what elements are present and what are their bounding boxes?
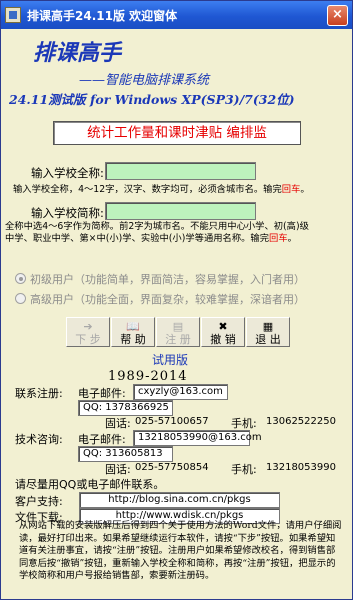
reg-label: 联系注册: xyxy=(15,387,63,400)
contact-note: 请尽量用QQ或电子邮件联系。 xyxy=(15,478,165,491)
feature-banner: 统计工作量和课时津贴 编排监 xyxy=(53,121,301,145)
tech-qq-field[interactable]: QQ: 313605813 xyxy=(78,446,173,462)
school-short-hint-text: 中学、职业中学、第×中(小)学、实验中(小)学等通用名称。输完 xyxy=(5,233,270,244)
radio-advanced-label: 高级用户（功能全面，界面复杂，较难掌握，深谙者用） xyxy=(30,293,305,306)
app-subtitle: ——智能电脑排课系统 xyxy=(79,73,210,88)
trial-label: 试用版 xyxy=(152,353,189,367)
register-button[interactable]: ▤ 注 册 xyxy=(156,317,200,347)
next-button-label: 下 步 xyxy=(75,333,101,346)
radio-advanced-user[interactable]: 高级用户（功能全面，界面复杂，较难掌握，深谙者用） xyxy=(15,291,305,307)
radio-empty-icon xyxy=(15,293,26,304)
client-support-label: 客户支持: xyxy=(15,495,63,508)
tech-phone-value: 025-57750854 xyxy=(135,462,209,473)
enter-key-text: 回车 xyxy=(269,233,288,244)
reg-mobile-label: 手机: xyxy=(231,417,257,430)
close-icon[interactable]: × xyxy=(327,5,348,26)
client-support-url[interactable]: http://blog.sina.com.cn/pkgs xyxy=(79,492,280,508)
school-full-input[interactable] xyxy=(105,162,256,180)
book-icon: 📖 xyxy=(126,320,140,333)
radio-basic-label: 初级用户（功能简单，界面简洁，容易掌握，入门者用） xyxy=(30,273,305,286)
app-icon xyxy=(5,7,21,23)
cross-icon: ✖ xyxy=(218,320,228,333)
arrow-right-icon: ➔ xyxy=(83,320,93,333)
school-full-label: 输入学校全称: xyxy=(31,166,104,180)
title-bar[interactable]: 排课高手24.11版 欢迎窗体 × xyxy=(1,1,352,29)
exit-button[interactable]: ▦ 退 出 xyxy=(246,317,290,347)
reg-email-label: 电子邮件: xyxy=(78,387,126,400)
exit-icon: ▦ xyxy=(262,320,274,333)
tech-label: 技术咨询: xyxy=(15,433,63,446)
school-full-hint: 输入学校全称，4～12字，汉字、数字均可，必须含城市名。输完回车。 xyxy=(13,184,310,196)
school-short-hint-line2: 中学、职业中学、第×中(小)学、实验中(小)学等通用名称。输完回车。 xyxy=(5,233,297,245)
undo-button[interactable]: ✖ 撤 销 xyxy=(201,317,245,347)
radio-selected-icon xyxy=(15,273,26,284)
exit-button-label: 退 出 xyxy=(255,333,281,346)
register-icon: ▤ xyxy=(172,320,184,333)
reg-phone-value: 025-57100657 xyxy=(135,416,209,427)
help-button-label: 帮 助 xyxy=(120,333,146,346)
tech-phone-label: 固话: xyxy=(105,463,131,476)
radio-basic-user[interactable]: 初级用户（功能简单，界面简洁，容易掌握，入门者用） xyxy=(15,271,305,287)
undo-button-label: 撤 销 xyxy=(210,333,236,346)
hint-end: 。 xyxy=(300,184,310,195)
reg-qq-field[interactable]: QQ: 1378366925 xyxy=(78,400,173,416)
version-text: 24.11测试版 for Windows XP(SP3)/7(32位) xyxy=(9,92,295,107)
app-title: 排课高手 xyxy=(33,40,122,66)
copyright-years: 1989-2014 xyxy=(108,369,188,384)
school-short-hint-line1: 全称中选4～6字作为简称。前2字为城市名。不能只用中心小学、初(高)级 xyxy=(5,221,309,232)
reg-mobile-value: 13062522250 xyxy=(266,416,336,427)
reg-email-field[interactable]: cxyzly@163.com xyxy=(133,384,228,400)
hint-end: 。 xyxy=(287,233,297,244)
tech-mobile-value: 13218053990 xyxy=(266,462,336,473)
tech-mobile-label: 手机: xyxy=(231,463,257,476)
help-button[interactable]: 📖 帮 助 xyxy=(111,317,155,347)
instructions-text: 从网站下载的安装版解压后得到四个关于使用方法的Word文件，请用户仔细阅读，最好… xyxy=(19,520,342,582)
school-short-label: 输入学校简称: xyxy=(31,206,104,220)
window-title: 排课高手24.11版 欢迎窗体 xyxy=(27,9,178,23)
client-area: 排课高手 ——智能电脑排课系统 24.11测试版 for Windows XP(… xyxy=(1,29,352,599)
tech-email-field[interactable]: 13218053990@163.com xyxy=(133,430,262,446)
school-short-input[interactable] xyxy=(105,202,256,220)
tech-email-label: 电子邮件: xyxy=(78,433,126,446)
school-full-hint-text: 输入学校全称，4～12字，汉字、数字均可，必须含城市名。输完 xyxy=(13,184,282,195)
register-button-label: 注 册 xyxy=(165,333,191,346)
reg-phone-label: 固话: xyxy=(105,417,131,430)
enter-key-text: 回车 xyxy=(281,184,301,195)
next-button[interactable]: ➔ 下 步 xyxy=(66,317,110,347)
welcome-window: 排课高手24.11版 欢迎窗体 × 排课高手 ——智能电脑排课系统 24.11测… xyxy=(0,0,353,600)
